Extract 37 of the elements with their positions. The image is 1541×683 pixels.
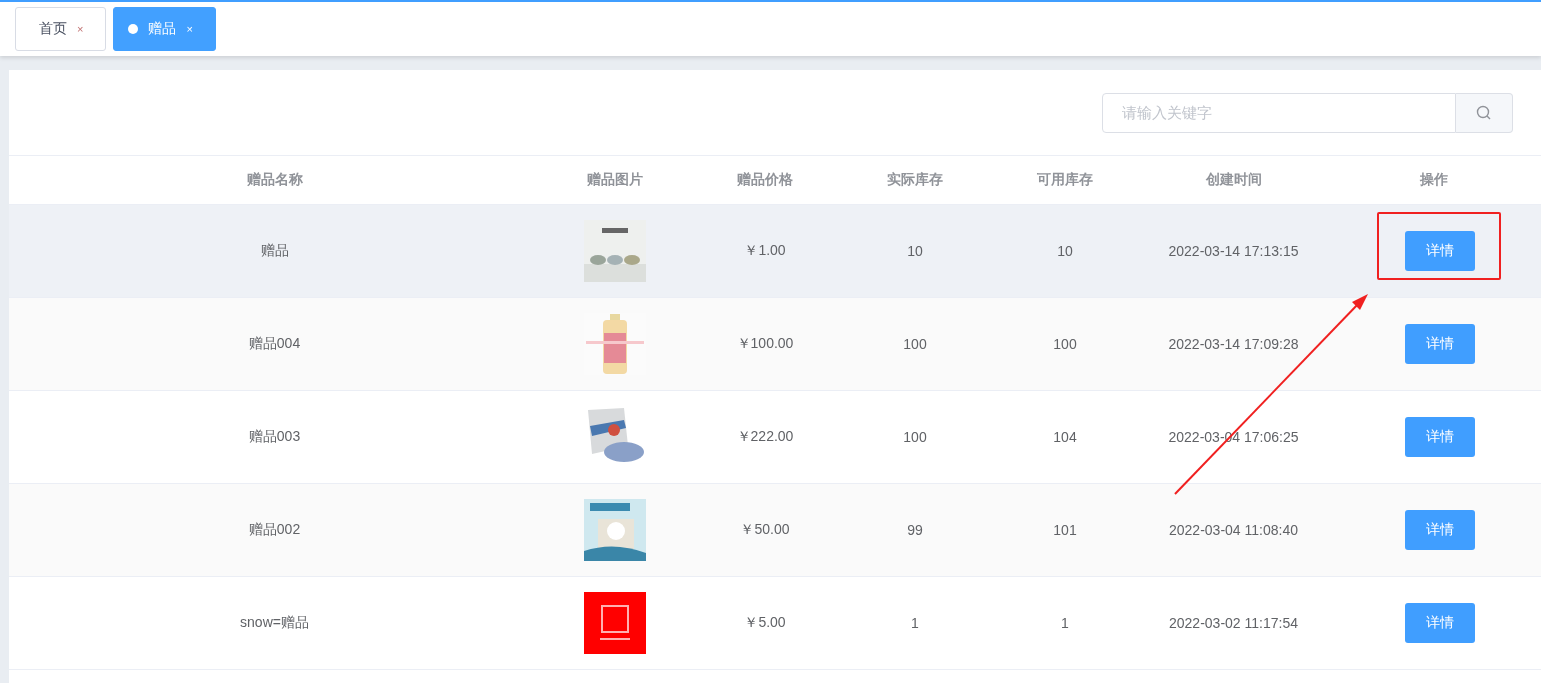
table-cell: 赠品003	[248, 428, 301, 446]
details-button[interactable]: 详情	[1405, 603, 1475, 643]
details-button[interactable]: 详情	[1405, 417, 1475, 457]
table-cell: 10	[1057, 243, 1073, 259]
table-cell: 赠品004	[248, 335, 301, 353]
table-cell: ￥222.00	[736, 428, 794, 446]
table-cell: ￥50.00	[740, 521, 790, 539]
search-button[interactable]	[1456, 92, 1513, 133]
table-cell: 1	[911, 615, 919, 631]
close-icon[interactable]: ×	[186, 23, 193, 35]
table-cell: 1	[1061, 615, 1069, 631]
table-cell: 2022-03-14 17:13:15	[1168, 243, 1299, 259]
table-cell: 2022-03-02 11:17:54	[1169, 615, 1298, 631]
tab[interactable]: 首页 ×	[15, 7, 107, 51]
table-cell: 赠品002	[248, 521, 301, 539]
tab[interactable]: 赠品 ×	[113, 7, 216, 51]
table-cell: 100	[1053, 336, 1077, 352]
table-cell: 100	[903, 336, 927, 352]
close-icon[interactable]: ×	[77, 23, 84, 35]
table-cell: 2022-03-14 17:09:28	[1168, 336, 1299, 352]
details-button[interactable]: 详情	[1405, 510, 1475, 550]
table-cell: 104	[1053, 429, 1077, 445]
details-button[interactable]: 详情	[1405, 231, 1475, 271]
search-icon	[1476, 104, 1492, 121]
table-cell: 101	[1053, 522, 1077, 538]
details-button[interactable]: 详情	[1405, 324, 1475, 364]
table-cell: 赠品	[260, 242, 289, 260]
table-cell: 10	[907, 243, 923, 259]
table-cell: ￥1.00	[744, 242, 786, 260]
search-field[interactable]: 请输入关键字	[1102, 92, 1456, 133]
table-cell: ￥100.00	[736, 335, 794, 353]
table-cell: ￥5.00	[744, 614, 786, 632]
dot-icon	[128, 24, 139, 34]
table-cell: 100	[903, 429, 927, 445]
table-cell: snow=赠品	[240, 614, 309, 632]
table-cell: 99	[907, 522, 923, 538]
table-cell: 2022-03-04 11:08:40	[1169, 522, 1298, 538]
